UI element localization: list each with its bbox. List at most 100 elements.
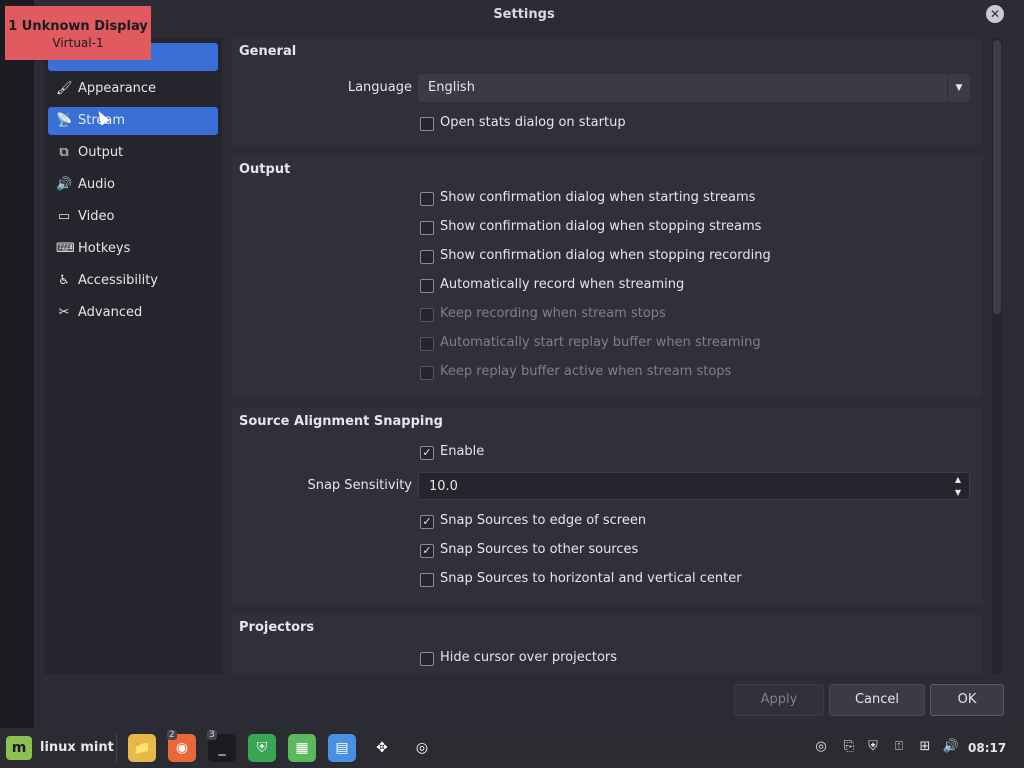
sidebar-item-audio[interactable]: 🔊 Audio	[48, 171, 218, 199]
output-option-checkbox[interactable]	[420, 279, 434, 293]
snap-sensitivity-spinbox[interactable]: 10.0 ▲ ▼	[418, 472, 970, 500]
projectors-group: Projectors Hide cursor over projectors	[232, 614, 982, 674]
background-window	[1014, 0, 1024, 728]
language-label: Language	[347, 80, 412, 95]
chevron-down-icon: ▼	[947, 74, 970, 102]
cancel-button[interactable]: Cancel	[829, 684, 925, 716]
output-option-label: Show confirmation dialog when starting s…	[440, 190, 756, 205]
title-bar[interactable]: Settings ✕	[34, 0, 1014, 30]
sidebar-item-advanced[interactable]: ✂ Advanced	[48, 299, 218, 327]
output-option-checkbox[interactable]	[420, 192, 434, 206]
keyboard-icon: ⌨	[56, 241, 75, 256]
output-option-label: Show confirmation dialog when stopping s…	[440, 219, 762, 234]
output-option-label: Keep recording when stream stops	[440, 306, 666, 321]
general-title: General	[239, 44, 297, 59]
sidebar-item-appearance[interactable]: 🖌 Appearance	[48, 75, 218, 103]
close-button[interactable]: ✕	[986, 5, 1004, 23]
sidebar-item-label: Output	[78, 145, 124, 160]
sidebar-item-label: Appearance	[78, 81, 157, 96]
ok-button[interactable]: OK	[930, 684, 1004, 716]
monitor-icon: ▭	[57, 209, 71, 224]
sidebar-item-video[interactable]: ▭ Video	[48, 203, 218, 231]
clipboard-tray-icon[interactable]: ⎘	[840, 738, 858, 756]
shield-app-icon[interactable]: ⛨	[248, 734, 276, 762]
accessibility-icon: ♿	[58, 273, 70, 288]
language-value: English	[428, 80, 475, 95]
snap-option-checkbox[interactable]	[420, 573, 434, 587]
settings-content: General Language English ▼ Open stats di…	[232, 38, 984, 674]
output-option-label: Automatically record when streaming	[440, 277, 685, 292]
output-option-label: Automatically start replay buffer when s…	[440, 335, 761, 350]
speaker-icon: 🔊	[56, 177, 73, 192]
display-name: 1 Unknown Display	[8, 19, 148, 34]
spin-up-icon[interactable]: ▲	[949, 473, 967, 486]
workspace-badge: 2	[167, 730, 177, 740]
snap-sensitivity-label: Snap Sensitivity	[307, 478, 412, 493]
sidebar-item-accessibility[interactable]: ♿ Accessibility	[48, 267, 218, 295]
workspace-badge: 3	[207, 730, 217, 740]
projectors-title: Projectors	[239, 620, 315, 635]
apply-button[interactable]: Apply	[734, 684, 824, 716]
obs-tray-icon[interactable]: ◎	[812, 738, 830, 756]
sidebar-item-label: Advanced	[78, 305, 143, 320]
output-option-checkbox[interactable]	[420, 221, 434, 235]
language-select[interactable]: English ▼	[418, 74, 970, 102]
close-icon: ✕	[989, 7, 1001, 21]
hide-cursor-checkbox[interactable]	[420, 652, 434, 666]
snap-option-checkbox[interactable]: ✓	[420, 544, 434, 558]
clock[interactable]: 08:17	[968, 741, 1006, 755]
mint-logo-icon: m	[11, 740, 27, 756]
sidebar-item-label: Hotkeys	[78, 241, 131, 256]
snap-option-label: Snap Sources to horizontal and vertical …	[440, 571, 742, 586]
update-tray-icon[interactable]: ⍐	[890, 738, 908, 756]
snapping-group: Source Alignment Snapping ✓ Enable Snap …	[232, 408, 982, 604]
antenna-icon: 📡	[56, 113, 73, 128]
output-option-checkbox	[420, 337, 434, 351]
general-group: General Language English ▼ Open stats di…	[232, 38, 982, 146]
sidebar-item-hotkeys[interactable]: ⌨ Hotkeys	[48, 235, 218, 263]
taskbar-separator	[116, 734, 117, 762]
output-option-checkbox[interactable]	[420, 250, 434, 264]
move-tool-icon[interactable]: ✥	[368, 734, 396, 762]
output-option-label: Keep replay buffer active when stream st…	[440, 364, 732, 379]
scrollbar-thumb[interactable]	[993, 40, 1001, 314]
brand-label[interactable]: linux mint	[40, 740, 114, 755]
output-group: Output Show confirmation dialog when sta…	[232, 156, 982, 398]
sidebar-item-label: Video	[78, 209, 115, 224]
output-option-checkbox	[420, 366, 434, 380]
snap-sensitivity-value: 10.0	[429, 479, 458, 494]
output-title: Output	[239, 162, 291, 177]
sidebar-item-stream[interactable]: 📡 Stream	[48, 107, 218, 135]
hide-cursor-label: Hide cursor over projectors	[440, 650, 618, 665]
sidebar-item-output[interactable]: ⧉ Output	[48, 139, 218, 167]
taskbar: m linux mint 08:17 📁 ◉ 2 _ 3 ⛨ ▦ ▤ ✥ ◎ ◎ ⎘ ⛨ ⍐ ⊞ 🔊	[0, 728, 1024, 768]
output-option-label: Show confirmation dialog when stopping r…	[440, 248, 771, 263]
network-tray-icon[interactable]: ⊞	[916, 738, 934, 756]
spin-down-icon[interactable]: ▼	[949, 486, 967, 499]
settings-sidebar: ⚙General🖌Appearance📡Stream⧉Output🔊Audio▭…	[44, 38, 222, 674]
sidebar-item-label: Audio	[78, 177, 115, 192]
snap-enable-label: Enable	[440, 444, 485, 459]
menu-button[interactable]: m	[6, 736, 32, 760]
tools-icon: ✂	[58, 305, 70, 320]
window-title: Settings	[493, 7, 555, 22]
document-app-icon[interactable]: ▤	[328, 734, 356, 762]
display-identifier-overlay: 1 Unknown Display Virtual-1	[5, 6, 151, 60]
snap-option-label: Snap Sources to other sources	[440, 542, 639, 557]
volume-tray-icon[interactable]: 🔊	[942, 738, 960, 756]
shield-tray-icon[interactable]: ⛨	[864, 738, 882, 756]
settings-dialog: Settings ✕ ⚙General🖌Appearance📡Stream⧉Ou…	[34, 0, 1014, 728]
open-stats-checkbox[interactable]	[420, 117, 434, 131]
snapping-title: Source Alignment Snapping	[239, 414, 443, 429]
sidebar-item-label: Accessibility	[78, 273, 158, 288]
output-option-checkbox	[420, 308, 434, 322]
snap-option-checkbox[interactable]: ✓	[420, 515, 434, 529]
obs-icon[interactable]: ◎	[408, 734, 436, 762]
display-output: Virtual-1	[52, 36, 104, 50]
files-icon[interactable]: 📁	[128, 734, 156, 762]
snap-option-label: Snap Sources to edge of screen	[440, 513, 647, 528]
snap-enable-checkbox[interactable]: ✓	[420, 446, 434, 460]
settings-scrollbar[interactable]	[992, 38, 1002, 674]
network-app-icon[interactable]: ▦	[288, 734, 316, 762]
open-stats-label: Open stats dialog on startup	[440, 115, 626, 130]
